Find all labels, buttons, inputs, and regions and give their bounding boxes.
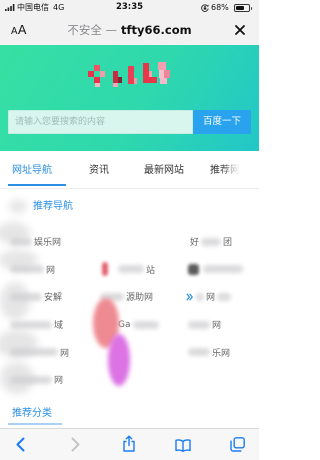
nav-link-label: 安解 (44, 293, 63, 304)
nav-link[interactable]: 网 (0, 338, 92, 366)
redacted-blur (201, 237, 222, 246)
nav-link-empty (92, 366, 178, 394)
tab-latest-sites[interactable]: 最新网站 (144, 164, 184, 178)
active-tab-indicator (8, 184, 66, 186)
redacted-blur (10, 237, 32, 246)
redacted-icon-blur (9, 200, 27, 213)
nav-link-label: 网 (212, 321, 222, 332)
orientation-lock-icon (201, 3, 209, 12)
nav-link[interactable]: 域 (0, 311, 92, 339)
redacted-blur (217, 292, 232, 301)
nav-link-empty (92, 228, 178, 256)
recommended-nav-grid: 娱乐网 好 团 网 站 安解 源助网 网 域 Ga 网 网 乐网 网 (0, 228, 259, 394)
redacted-blur (118, 265, 144, 274)
nav-link-label-tail: 团 (223, 238, 233, 249)
search-input[interactable] (8, 110, 193, 134)
redacted-blur (10, 348, 58, 357)
address-bar[interactable]: AA 不安全 — tfty66.com (0, 15, 259, 45)
tab-nav-links[interactable]: 网址导航 (12, 164, 52, 178)
nav-link-label: 网 (60, 348, 70, 359)
nav-link[interactable]: 网 (0, 366, 92, 394)
site-header: 百度一下 (0, 45, 259, 151)
nav-link-label: Ga (118, 319, 131, 330)
nav-link-label: 站 (146, 265, 156, 276)
pixelated-site-logo[interactable] (82, 57, 178, 93)
redacted-blur (188, 348, 210, 357)
tabs-icon[interactable] (230, 437, 245, 452)
share-icon[interactable] (122, 435, 136, 452)
nav-link[interactable]: 好 团 (178, 228, 259, 256)
domain-text: tfty66.com (121, 23, 192, 37)
nav-link[interactable]: 站 (92, 256, 178, 284)
section-title-recommended-nav: 推荐导航 (33, 201, 73, 212)
nav-link[interactable] (178, 256, 259, 284)
nav-link[interactable]: 娱乐网 (0, 228, 92, 256)
redacted-blur (132, 320, 159, 329)
nav-link-label: 网 (206, 293, 216, 304)
nav-link[interactable]: 安解 (0, 283, 92, 311)
battery-nub (250, 6, 252, 10)
section-title-recommended-categories: 推荐分类 (12, 408, 52, 419)
battery-fill (236, 5, 245, 10)
redacted-blur (10, 320, 52, 329)
redacted-blur (10, 375, 52, 384)
double-chevron-icon (186, 293, 193, 301)
redacted-blob (108, 334, 130, 386)
forward-chevron-icon[interactable] (71, 437, 80, 452)
status-bar: 中国电信 4G 23:35 68% (0, 0, 259, 15)
category-tabs: 网址导航 资讯 最新网站 推荐网 (0, 151, 259, 189)
nav-link-label: 网 (46, 265, 56, 276)
nav-link-label: 乐网 (212, 348, 231, 359)
nav-link[interactable]: 网 (178, 311, 259, 339)
redacted-blur (203, 265, 243, 274)
nav-link-label: 好 (190, 238, 200, 249)
nav-link-empty (178, 366, 259, 394)
bookmarks-icon[interactable] (175, 439, 191, 452)
nav-link[interactable]: 乐网 (178, 338, 259, 366)
redacted-blur (196, 292, 204, 301)
tab-recommended[interactable]: 推荐网 (210, 164, 240, 178)
url-field[interactable]: 不安全 — tfty66.com (30, 23, 229, 37)
nav-link-label: 娱乐网 (34, 238, 62, 249)
redacted-blur (188, 320, 210, 329)
battery-icon (234, 3, 252, 12)
battery-percent: 68% (211, 3, 229, 12)
redacted-icon-blur (102, 262, 108, 277)
search-button[interactable]: 百度一下 (193, 110, 251, 134)
redacted-icon-blur (188, 263, 199, 275)
redacted-blur (10, 292, 42, 301)
tab-news[interactable]: 资讯 (89, 164, 109, 178)
back-chevron-icon[interactable] (16, 437, 25, 452)
nav-link[interactable]: 网 (178, 283, 259, 311)
nav-link-label: 域 (54, 321, 64, 332)
section-underline (8, 423, 62, 425)
reader-text-size-button[interactable]: AA (11, 22, 27, 39)
redacted-blur (10, 265, 44, 274)
nav-link[interactable]: 网 (0, 256, 92, 284)
close-icon[interactable] (235, 25, 245, 35)
security-warning: 不安全 — (67, 23, 118, 37)
nav-link-label: 源助网 (126, 293, 154, 304)
browser-toolbar (0, 428, 259, 460)
nav-link-label: 网 (54, 376, 64, 387)
